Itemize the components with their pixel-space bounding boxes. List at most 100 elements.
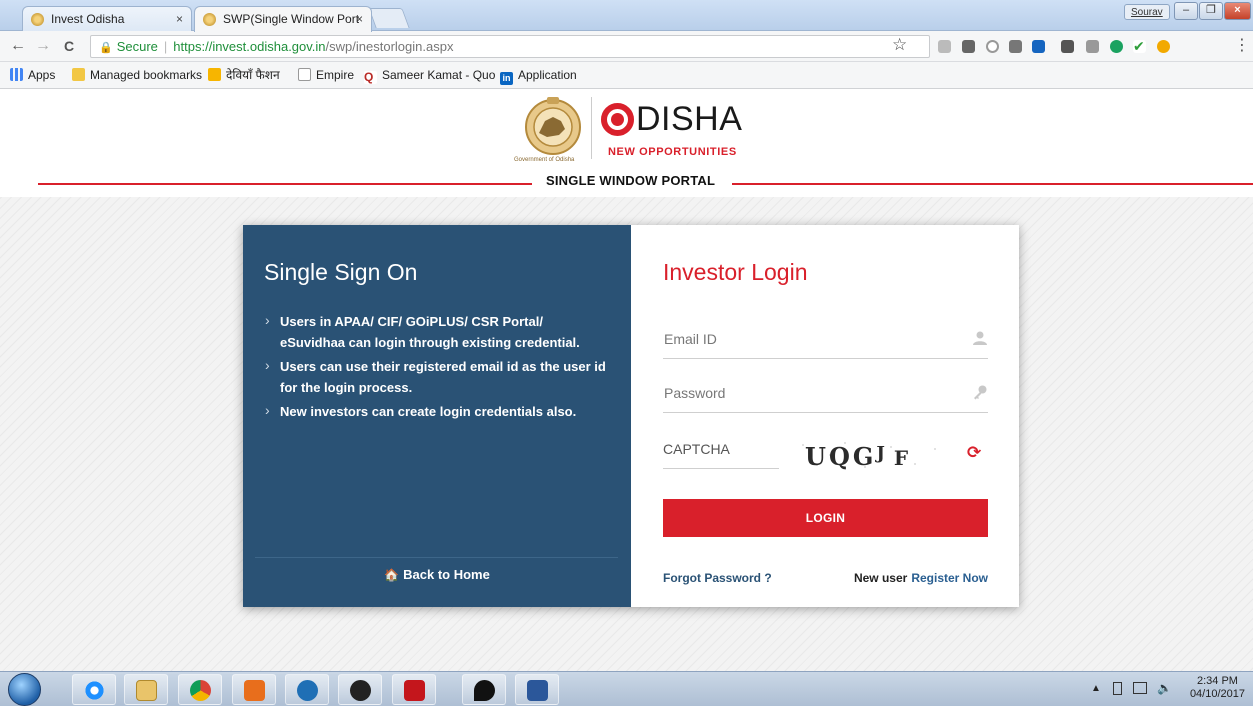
password-input[interactable]	[663, 375, 988, 411]
file-explorer-icon	[136, 680, 157, 701]
captcha-field-wrapper	[663, 431, 779, 469]
system-clock[interactable]: 2:34 PM 04/10/2017	[1190, 675, 1245, 701]
password-field-wrapper	[663, 375, 988, 413]
captcha-text: UQGJ F	[805, 442, 911, 471]
windows-taskbar: ▲ 🔈 2:34 PM 04/10/2017	[0, 671, 1253, 706]
quora-icon: Q	[364, 71, 377, 84]
back-to-home-link[interactable]: 🏠 Back to Home	[243, 567, 631, 582]
bookmark-deviyan-fashion[interactable]: देवियाँ फैशन	[208, 67, 280, 83]
odisha-emblem-icon	[525, 97, 581, 155]
outlook-icon	[244, 680, 265, 701]
email-field-wrapper	[663, 321, 988, 359]
maximize-button[interactable]: ❐	[1199, 2, 1223, 20]
key-icon	[974, 385, 987, 400]
taskbar-app[interactable]	[72, 674, 116, 705]
tab-close-icon[interactable]: ×	[176, 7, 183, 32]
tab-swp[interactable]: SWP(Single Window Port ×	[194, 6, 372, 32]
taskbar-app[interactable]	[285, 674, 329, 705]
odisha-favicon-icon	[31, 13, 44, 26]
register-now-link[interactable]: Register Now	[911, 571, 988, 585]
maps-pin-icon	[474, 680, 495, 701]
extension-icon[interactable]	[938, 40, 951, 53]
word-icon	[527, 680, 548, 701]
odisha-favicon-icon	[203, 13, 216, 26]
emblem-caption: Government of Odisha	[514, 157, 575, 163]
taskbar-app[interactable]	[178, 674, 222, 705]
taskbar-app[interactable]	[462, 674, 506, 705]
new-user-row: New user Register Now	[854, 571, 988, 585]
new-tab-button[interactable]	[368, 8, 410, 28]
bookmark-quora[interactable]: Q Sameer Kamat - Quo	[364, 67, 495, 84]
app-p-icon	[350, 680, 371, 701]
secure-label: Secure	[116, 39, 158, 54]
captcha-input[interactable]	[663, 431, 779, 467]
network-tray-icon[interactable]	[1133, 682, 1147, 694]
lock-icon: 🔒	[99, 42, 113, 54]
gmail-extension-icon[interactable]	[1009, 40, 1022, 53]
email-input[interactable]	[663, 321, 988, 357]
tab-close-icon[interactable]: ×	[356, 7, 363, 32]
internet-explorer-icon	[84, 680, 105, 701]
portal-title: SINGLE WINDOW PORTAL	[546, 173, 716, 188]
menu-dots-icon[interactable]: ⋮	[1234, 36, 1250, 56]
login-button[interactable]: LOGIN	[663, 499, 988, 537]
linkedin-icon: in	[500, 72, 513, 85]
address-bar[interactable]: 🔒 Secure | https://invest.odisha.gov.in/swp…	[90, 35, 930, 58]
tab-title: SWP(Single Window Port	[223, 12, 360, 26]
tab-title: Invest Odisha	[51, 12, 125, 26]
login-card: Single Sign On Users in APAA/ CIF/ GOiPL…	[243, 225, 1019, 607]
battery-icon[interactable]	[1113, 682, 1122, 695]
list-item: Users can use their registered email id …	[263, 355, 608, 398]
window-close-button[interactable]: ×	[1224, 2, 1251, 20]
profile-name-button[interactable]: Sourav	[1124, 4, 1170, 20]
folder-icon	[72, 68, 85, 81]
bookmark-managed[interactable]: Managed bookmarks	[72, 67, 202, 83]
bookmark-empire[interactable]: Empire	[298, 67, 354, 83]
forward-arrow-icon[interactable]: →	[35, 36, 51, 56]
checkmark-extension-icon[interactable]: ✔	[1133, 39, 1146, 53]
browser-toolbar: ← → C 🔒 Secure | https://invest.odisha.gov.…	[0, 31, 1253, 62]
page-content: Government of Odisha DISHA NEW OPPORTUNI…	[0, 89, 1253, 671]
tab-invest-odisha[interactable]: Invest Odisha ×	[22, 6, 192, 32]
panel-divider	[255, 557, 618, 558]
extension-icon[interactable]	[1061, 40, 1074, 53]
sso-panel: Single Sign On Users in APAA/ CIF/ GOiPL…	[243, 225, 631, 607]
extension-icon[interactable]	[1086, 40, 1099, 53]
taskbar-app[interactable]	[124, 674, 168, 705]
bookmark-apps[interactable]: Apps	[10, 67, 55, 83]
login-title: Investor Login	[663, 259, 808, 285]
bookmark-star-icon[interactable]: ☆	[892, 35, 907, 55]
hangouts-extension-icon[interactable]	[1110, 40, 1123, 53]
system-tray: ▲ 🔈 2:34 PM 04/10/2017	[1073, 672, 1253, 706]
extension-icon[interactable]	[1157, 40, 1170, 53]
header-divider	[591, 97, 592, 159]
extension-icon[interactable]	[962, 40, 975, 53]
sso-info-list: Users in APAA/ CIF/ GOiPLUS/ CSR Portal/…	[263, 310, 608, 425]
taskbar-app[interactable]	[232, 674, 276, 705]
list-item: Users in APAA/ CIF/ GOiPLUS/ CSR Portal/…	[263, 310, 608, 353]
back-arrow-icon[interactable]: ←	[10, 36, 26, 56]
captcha-image: UQGJ F	[795, 439, 945, 471]
start-button[interactable]	[8, 673, 41, 706]
volume-icon[interactable]: 🔈	[1157, 681, 1172, 695]
bookmark-application[interactable]: in Application	[500, 67, 577, 85]
tray-expand-icon[interactable]: ▲	[1091, 683, 1101, 694]
taskbar-app[interactable]	[338, 674, 382, 705]
reload-icon[interactable]: C	[64, 36, 74, 56]
logo-tagline: NEW OPPORTUNITIES	[608, 146, 737, 158]
timer-extension-icon[interactable]	[986, 40, 999, 53]
refresh-captcha-icon[interactable]: ⟳	[967, 443, 981, 463]
home-icon: 🏠	[384, 568, 400, 582]
user-icon	[973, 331, 987, 345]
taskbar-app[interactable]	[515, 674, 559, 705]
clock-date: 04/10/2017	[1189, 688, 1245, 700]
forgot-password-link[interactable]: Forgot Password ?	[663, 571, 772, 585]
new-user-label: New user	[853, 571, 908, 585]
taskbar-app[interactable]	[392, 674, 436, 705]
minimize-button[interactable]: –	[1174, 2, 1198, 20]
bookmarks-bar: Apps Managed bookmarks देवियाँ फैशन Empi…	[0, 62, 1253, 89]
network-icon	[297, 680, 318, 701]
header-rule-left	[38, 183, 532, 185]
extension-icon[interactable]	[1032, 40, 1045, 53]
odisha-logo-text: DISHA	[636, 100, 743, 138]
